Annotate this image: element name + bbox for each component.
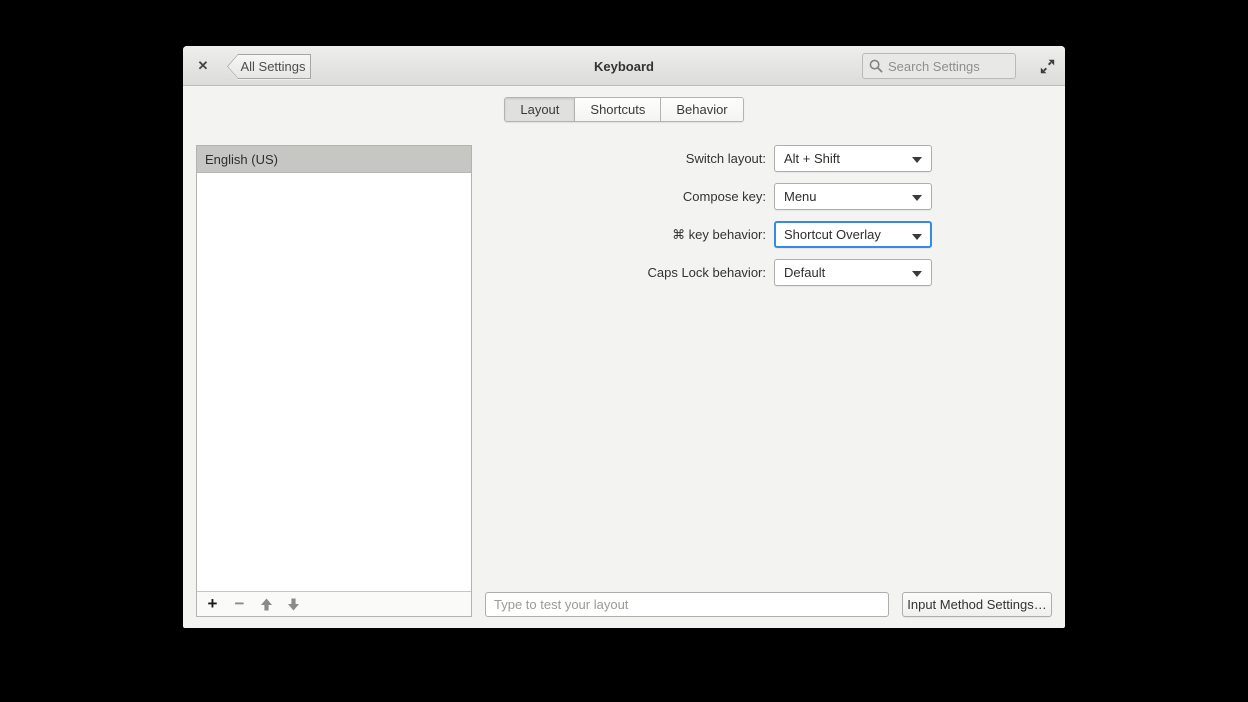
tab-behavior[interactable]: Behavior (660, 98, 743, 121)
add-layout-button[interactable]: + (199, 593, 226, 616)
input-method-settings-button[interactable]: Input Method Settings… (902, 592, 1052, 617)
minus-icon: − (234, 594, 245, 613)
maximize-icon (1040, 59, 1054, 73)
chevron-down-icon (912, 195, 922, 201)
layout-test-input[interactable]: Type to test your layout (485, 592, 889, 617)
tab-shortcuts-label: Shortcuts (590, 102, 646, 117)
search-placeholder: Search Settings (888, 58, 980, 74)
close-window-button[interactable]: ✕ (193, 56, 213, 76)
move-layout-down-button[interactable] (280, 593, 307, 616)
tab-shortcuts[interactable]: Shortcuts (574, 98, 661, 121)
plus-icon: + (207, 594, 218, 613)
input-method-settings-label: Input Method Settings… (907, 597, 1047, 612)
arrow-up-icon (261, 598, 272, 610)
back-button-label: All Settings (240, 59, 306, 74)
move-layout-up-button[interactable] (253, 593, 280, 616)
list-item-label: English (US) (205, 151, 278, 167)
caps-lock-behavior-value: Default (784, 265, 826, 280)
switch-layout-value: Alt + Shift (784, 151, 840, 166)
form-row-caps-lock-behavior: Caps Lock behavior: Default (485, 259, 1052, 286)
search-icon (869, 59, 883, 73)
list-toolbar: + − (197, 591, 471, 616)
cmd-key-behavior-label: ⌘ key behavior: (672, 226, 766, 242)
chevron-down-icon (912, 234, 922, 240)
compose-key-label: Compose key: (682, 189, 766, 204)
tab-bar: Layout Shortcuts Behavior (183, 97, 1065, 122)
form-row-switch-layout: Switch layout: Alt + Shift (485, 145, 1052, 172)
form-row-cmd-key-behavior: ⌘ key behavior: Shortcut Overlay (485, 221, 1052, 248)
caps-lock-behavior-label: Caps Lock behavior: (647, 265, 766, 280)
tab-layout[interactable]: Layout (505, 98, 575, 121)
caps-lock-behavior-dropdown[interactable]: Default (774, 259, 932, 286)
all-settings-back-button[interactable]: All Settings (227, 54, 311, 79)
chevron-down-icon (912, 271, 922, 277)
list-item-english-us[interactable]: English (US) (197, 146, 471, 173)
keyboard-layouts-list[interactable]: English (US) (197, 146, 471, 591)
switch-layout-dropdown[interactable]: Alt + Shift (774, 145, 932, 172)
layout-test-placeholder: Type to test your layout (494, 597, 629, 612)
compose-key-value: Menu (784, 189, 817, 204)
chevron-down-icon (912, 157, 922, 163)
tab-layout-label: Layout (520, 102, 560, 117)
switch-layout-label: Switch layout: (685, 151, 766, 166)
cmd-key-behavior-dropdown[interactable]: Shortcut Overlay (774, 221, 932, 248)
close-icon: ✕ (197, 58, 209, 73)
form-row-compose-key: Compose key: Menu (485, 183, 1052, 210)
keyboard-layouts-panel: English (US) + − (196, 145, 472, 617)
search-settings-input[interactable]: Search Settings (862, 53, 1016, 79)
remove-layout-button[interactable]: − (226, 593, 253, 616)
header-bar: ✕ All Settings Keyboard Search Settings (183, 46, 1065, 86)
compose-key-dropdown[interactable]: Menu (774, 183, 932, 210)
cmd-key-behavior-value: Shortcut Overlay (784, 227, 881, 242)
tab-behavior-label: Behavior (676, 102, 728, 117)
maximize-button[interactable] (1038, 57, 1056, 75)
desktop-background: ✕ All Settings Keyboard Search Settings (0, 0, 1248, 702)
arrow-down-icon (288, 598, 299, 610)
keyboard-settings-window: ✕ All Settings Keyboard Search Settings (183, 46, 1065, 628)
